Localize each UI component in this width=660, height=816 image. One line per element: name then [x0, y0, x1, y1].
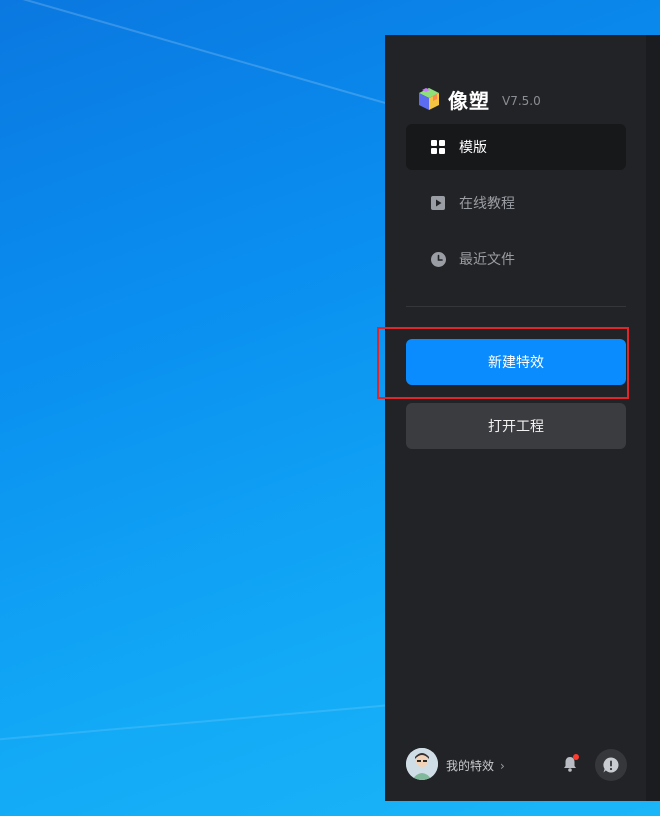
- nav-item-tutorials[interactable]: 在线教程: [406, 180, 626, 226]
- avatar[interactable]: [406, 748, 438, 780]
- nav-item-label: 在线教程: [459, 196, 515, 212]
- my-effects-link[interactable]: 我的特效 ›: [446, 757, 505, 774]
- sidebar: 像塑 V7.5.0 模版 在线教程 最近文件 新建特效 打开工程 我的特效 ›: [385, 35, 646, 801]
- sidebar-footer: 我的特效 ›: [406, 748, 627, 782]
- app-name: 像塑: [448, 88, 490, 113]
- grid-icon: [430, 139, 446, 155]
- new-effect-button[interactable]: 新建特效: [406, 339, 626, 385]
- play-icon: [430, 195, 446, 211]
- app-window: 像塑 V7.5.0 模版 在线教程 最近文件 新建特效 打开工程 我的特效 ›: [385, 35, 660, 801]
- notification-badge: [573, 754, 579, 760]
- nav-item-recent-files[interactable]: 最近文件: [406, 236, 626, 282]
- sidebar-divider: [406, 306, 626, 307]
- nav-item-label: 最近文件: [459, 252, 515, 268]
- main-content-edge: [646, 35, 660, 801]
- nav-item-templates[interactable]: 模版: [406, 124, 626, 170]
- bell-icon[interactable]: [560, 754, 580, 774]
- chevron-right-icon: ›: [500, 758, 505, 773]
- open-project-button[interactable]: 打开工程: [406, 403, 626, 449]
- my-effects-label: 我的特效: [446, 759, 495, 773]
- feedback-icon[interactable]: [595, 749, 627, 781]
- cube-logo-icon: [419, 88, 439, 110]
- clock-icon: [430, 251, 446, 267]
- app-version: V7.5.0: [502, 94, 541, 108]
- nav-item-label: 模版: [459, 140, 487, 156]
- app-logo: 像塑 V7.5.0: [416, 84, 541, 114]
